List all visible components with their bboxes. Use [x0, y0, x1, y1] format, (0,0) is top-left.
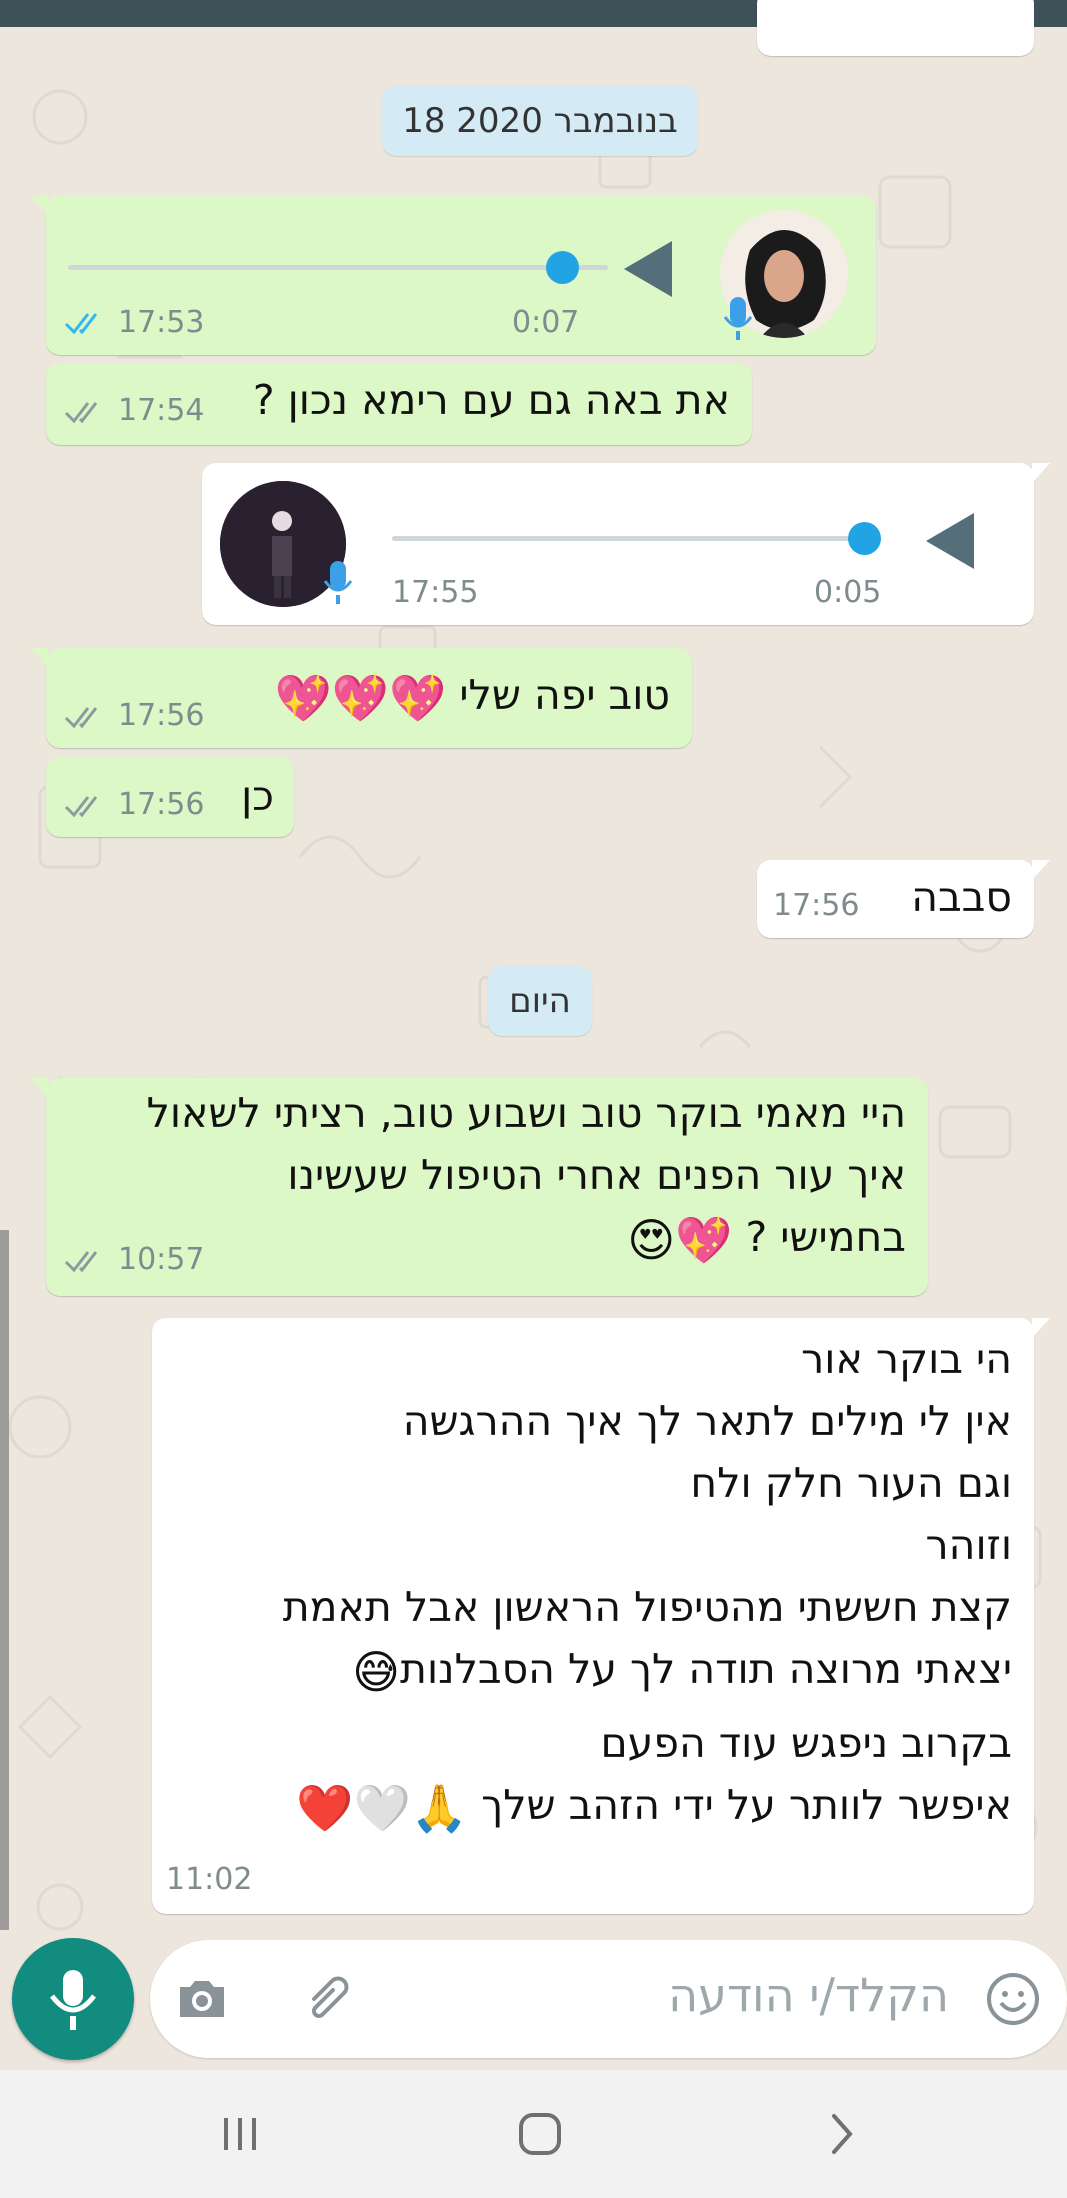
date-separator-label: היום — [509, 981, 571, 1021]
message-line: וגם העור חלק ולח — [690, 1459, 1012, 1507]
camera-icon[interactable] — [174, 1971, 230, 2027]
home-icon[interactable] — [510, 2104, 570, 2164]
system-nav-bar — [0, 2070, 1067, 2198]
mic-icon — [723, 297, 753, 340]
message-bubble-partial[interactable] — [757, 0, 1034, 56]
message-line: קצת חששתי מהטיפול הראשון אבל תאמת — [282, 1583, 1012, 1631]
date-separator: היום — [488, 966, 592, 1036]
message-text: את באה גם עם רימא נכון ? — [252, 376, 730, 424]
sparkling-heart-emoji: 💖💖💖 — [274, 671, 447, 725]
message-text: סבבה — [911, 873, 1012, 921]
message-bubble-incoming[interactable]: סבבה 17:56 — [757, 860, 1050, 938]
read-ticks-icon — [64, 313, 98, 335]
pray-heart-emoji: 🙏🤍❤️ — [296, 1781, 469, 1835]
message-line-with-emoji: איפשר לוותר על ידי הזהב שלך 🙏🤍❤️ — [283, 1774, 1012, 1848]
message-text: כן — [241, 772, 274, 820]
mic-icon — [323, 561, 353, 604]
voice-message-outgoing[interactable]: 0:07 17:53 — [30, 195, 876, 355]
message-input[interactable]: הקלד/י הודעה — [668, 1968, 949, 2022]
play-icon[interactable] — [624, 241, 672, 297]
message-line: איפשר לוותר על ידי הזהב שלך — [481, 1781, 1012, 1829]
voice-duration: 0:05 — [814, 575, 882, 610]
message-time: 17:56 — [773, 888, 860, 923]
delivered-ticks-icon — [64, 707, 98, 729]
emoji-icon[interactable] — [983, 1969, 1043, 2029]
voice-message-incoming[interactable]: 17:55 0:05 — [202, 463, 1050, 625]
scrollbar[interactable] — [0, 1230, 9, 1930]
message-text: טוב יפה שלי 💖💖💖 — [275, 664, 670, 726]
play-icon[interactable] — [926, 513, 974, 569]
message-time: 17:55 — [392, 575, 479, 610]
mic-button[interactable] — [12, 1938, 134, 2060]
message-time: 17:56 — [118, 698, 205, 733]
back-icon[interactable] — [812, 2104, 872, 2164]
message-text: הי בוקר אור אין לי מילים לתאר לך איך ההר… — [283, 1328, 1012, 1848]
delivered-ticks-icon — [64, 402, 98, 424]
message-bubble-outgoing[interactable]: כן 17:56 — [46, 757, 294, 837]
voice-progress-track[interactable] — [392, 536, 870, 541]
voice-progress-knob[interactable] — [848, 522, 881, 555]
delivered-ticks-icon — [64, 796, 98, 818]
voice-progress-knob[interactable] — [546, 251, 579, 284]
message-line: בקרוב ניפגש עוד הפעם — [600, 1719, 1012, 1767]
message-time: 17:56 — [118, 787, 205, 822]
message-bubble-incoming[interactable]: הי בוקר אור אין לי מילים לתאר לך איך ההר… — [152, 1318, 1050, 1914]
message-time: 10:57 — [118, 1242, 205, 1277]
message-line: הי בוקר אור — [801, 1335, 1012, 1383]
date-separator-label: 18 בנובמבר 2020 — [402, 101, 678, 141]
message-line: יצאתי מרוצה תודה לך על הסבלנות — [400, 1645, 1012, 1693]
message-time: 11:02 — [166, 1862, 253, 1897]
message-line: בחמישי ? — [745, 1213, 906, 1261]
message-bubble-outgoing[interactable]: טוב יפה שלי 💖💖💖 17:56 — [30, 648, 692, 748]
message-line: אין לי מילים לתאר לך איך ההרגשה — [402, 1397, 1012, 1445]
mic-icon — [50, 1970, 96, 2030]
message-line: היי מאמי בוקר טוב ושבוע טוב, רציתי לשאול — [146, 1089, 906, 1137]
message-bubble-outgoing[interactable]: היי מאמי בוקר טוב ושבוע טוב, רציתי לשאול… — [30, 1078, 928, 1296]
heart-eyes-emoji: 💖😍 — [627, 1213, 733, 1267]
grinning-sweat-emoji: 😅 — [352, 1645, 401, 1699]
voice-progress-track[interactable] — [68, 265, 608, 270]
recent-apps-icon[interactable] — [210, 2104, 270, 2164]
message-time: 17:53 — [118, 305, 205, 340]
message-bubble-outgoing[interactable]: את באה גם עם רימא נכון ? 17:54 — [46, 363, 752, 445]
attach-icon[interactable] — [300, 1969, 360, 2029]
message-line: וזוהר — [925, 1521, 1012, 1569]
message-line: איך עור הפנים אחרי הטיפול שעשינו — [287, 1151, 906, 1199]
message-composer[interactable]: הקלד/י הודעה — [150, 1940, 1067, 2058]
date-separator: 18 בנובמבר 2020 — [382, 86, 698, 156]
message-line-with-emoji: בחמישי ? 💖😍 — [147, 1206, 906, 1268]
message-text: היי מאמי בוקר טוב ושבוע טוב, רציתי לשאול… — [147, 1082, 906, 1268]
message-line-with-emoji: יצאתי מרוצה תודה לך על הסבלנות😅 — [283, 1638, 1012, 1712]
delivered-ticks-icon — [64, 1251, 98, 1273]
message-time: 17:54 — [118, 393, 205, 428]
message-text-body: טוב יפה שלי — [459, 671, 670, 719]
voice-duration: 0:07 — [512, 305, 580, 340]
